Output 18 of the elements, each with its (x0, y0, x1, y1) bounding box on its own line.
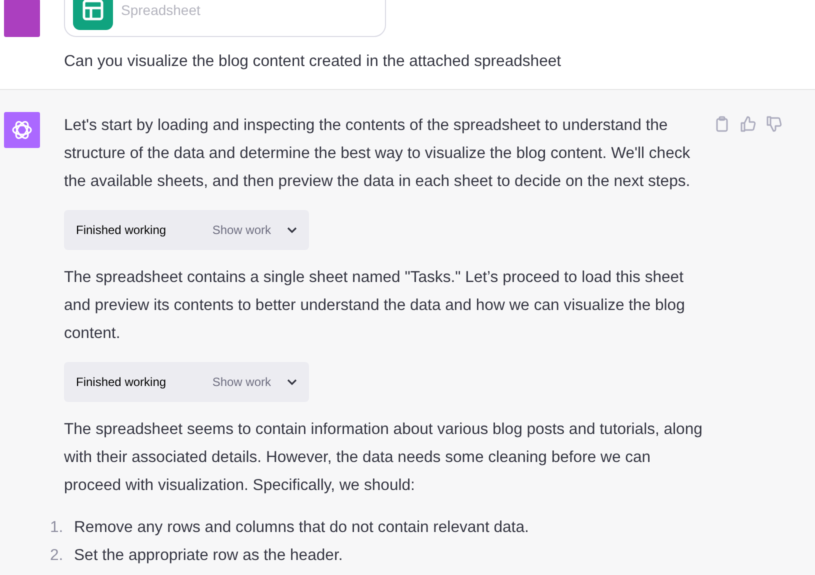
user-message: Can you visualize the blog content created in the attached spreadsheet (64, 52, 562, 72)
user-avatar (4, 0, 40, 37)
list-item-text: Remove any rows and columns that do not contain relevant data. (74, 518, 529, 538)
thumbs-down-icon[interactable] (766, 116, 782, 132)
message-paragraph: Let's start by loading and inspecting the contents of the spreadsheet to understand the structure of the data and determine the best way to visualize the blog content. We'll check the available sheets, and then preview the data in each sheet to decide on the next steps. (64, 116, 692, 192)
show-work-toggle[interactable]: Finished working Show work (64, 210, 309, 250)
assistant-avatar-icon (4, 112, 40, 148)
message-paragraph: The spreadsheet seems to contain information about various blog posts and tutorials, along with their associated details. However, the data needs some cleaning before we can proceed with visualization. Specifically, we should: (64, 420, 704, 496)
show-work-toggle[interactable]: Finished working Show work (64, 362, 309, 402)
list-number: 2. (50, 546, 64, 566)
thumbs-up-icon[interactable] (740, 116, 756, 132)
chevron-icon (287, 379, 297, 385)
list-item-text: Set the appropriate row as the header. (74, 546, 343, 566)
file-type-label: Spreadsheet (121, 0, 200, 20)
list-number: 1. (50, 518, 64, 538)
chevron-icon (287, 227, 297, 233)
message-paragraph: The spreadsheet contains a single sheet named "Tasks." Let’s proceed to load this sheet and preview its contents to better understand the data and how we can visualize the blog content. (64, 268, 686, 344)
copy-icon[interactable] (714, 116, 730, 132)
